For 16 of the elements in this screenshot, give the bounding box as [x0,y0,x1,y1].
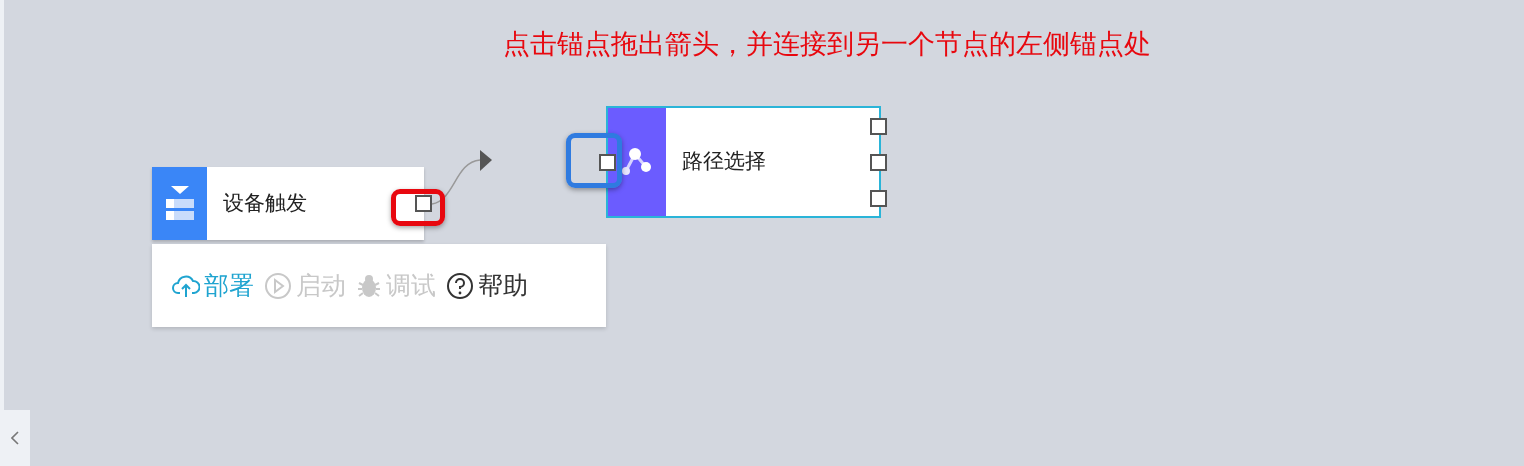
flow-node[interactable]: 设备触发 [152,167,424,240]
anchor-handle[interactable] [415,195,432,212]
help-icon [446,271,474,300]
bug-icon [356,272,382,299]
play-icon [264,271,292,300]
anchor-handle[interactable] [870,190,887,207]
chevron-left-icon [11,431,19,445]
anchor-handle[interactable] [870,118,887,135]
node-label: 路径选择 [682,148,766,176]
node-label: 设备触发 [223,189,307,217]
anchor-handle[interactable] [599,154,616,171]
connector-arrow [431,150,492,205]
anchor-handle[interactable] [870,154,887,171]
flow-node[interactable]: 路径选择 [606,106,881,218]
toolbar-button[interactable]: 帮助 [446,266,528,305]
instruction-text: 点击锚点拖出箭头，并连接到另一个节点的左侧锚点处 [503,27,1151,61]
